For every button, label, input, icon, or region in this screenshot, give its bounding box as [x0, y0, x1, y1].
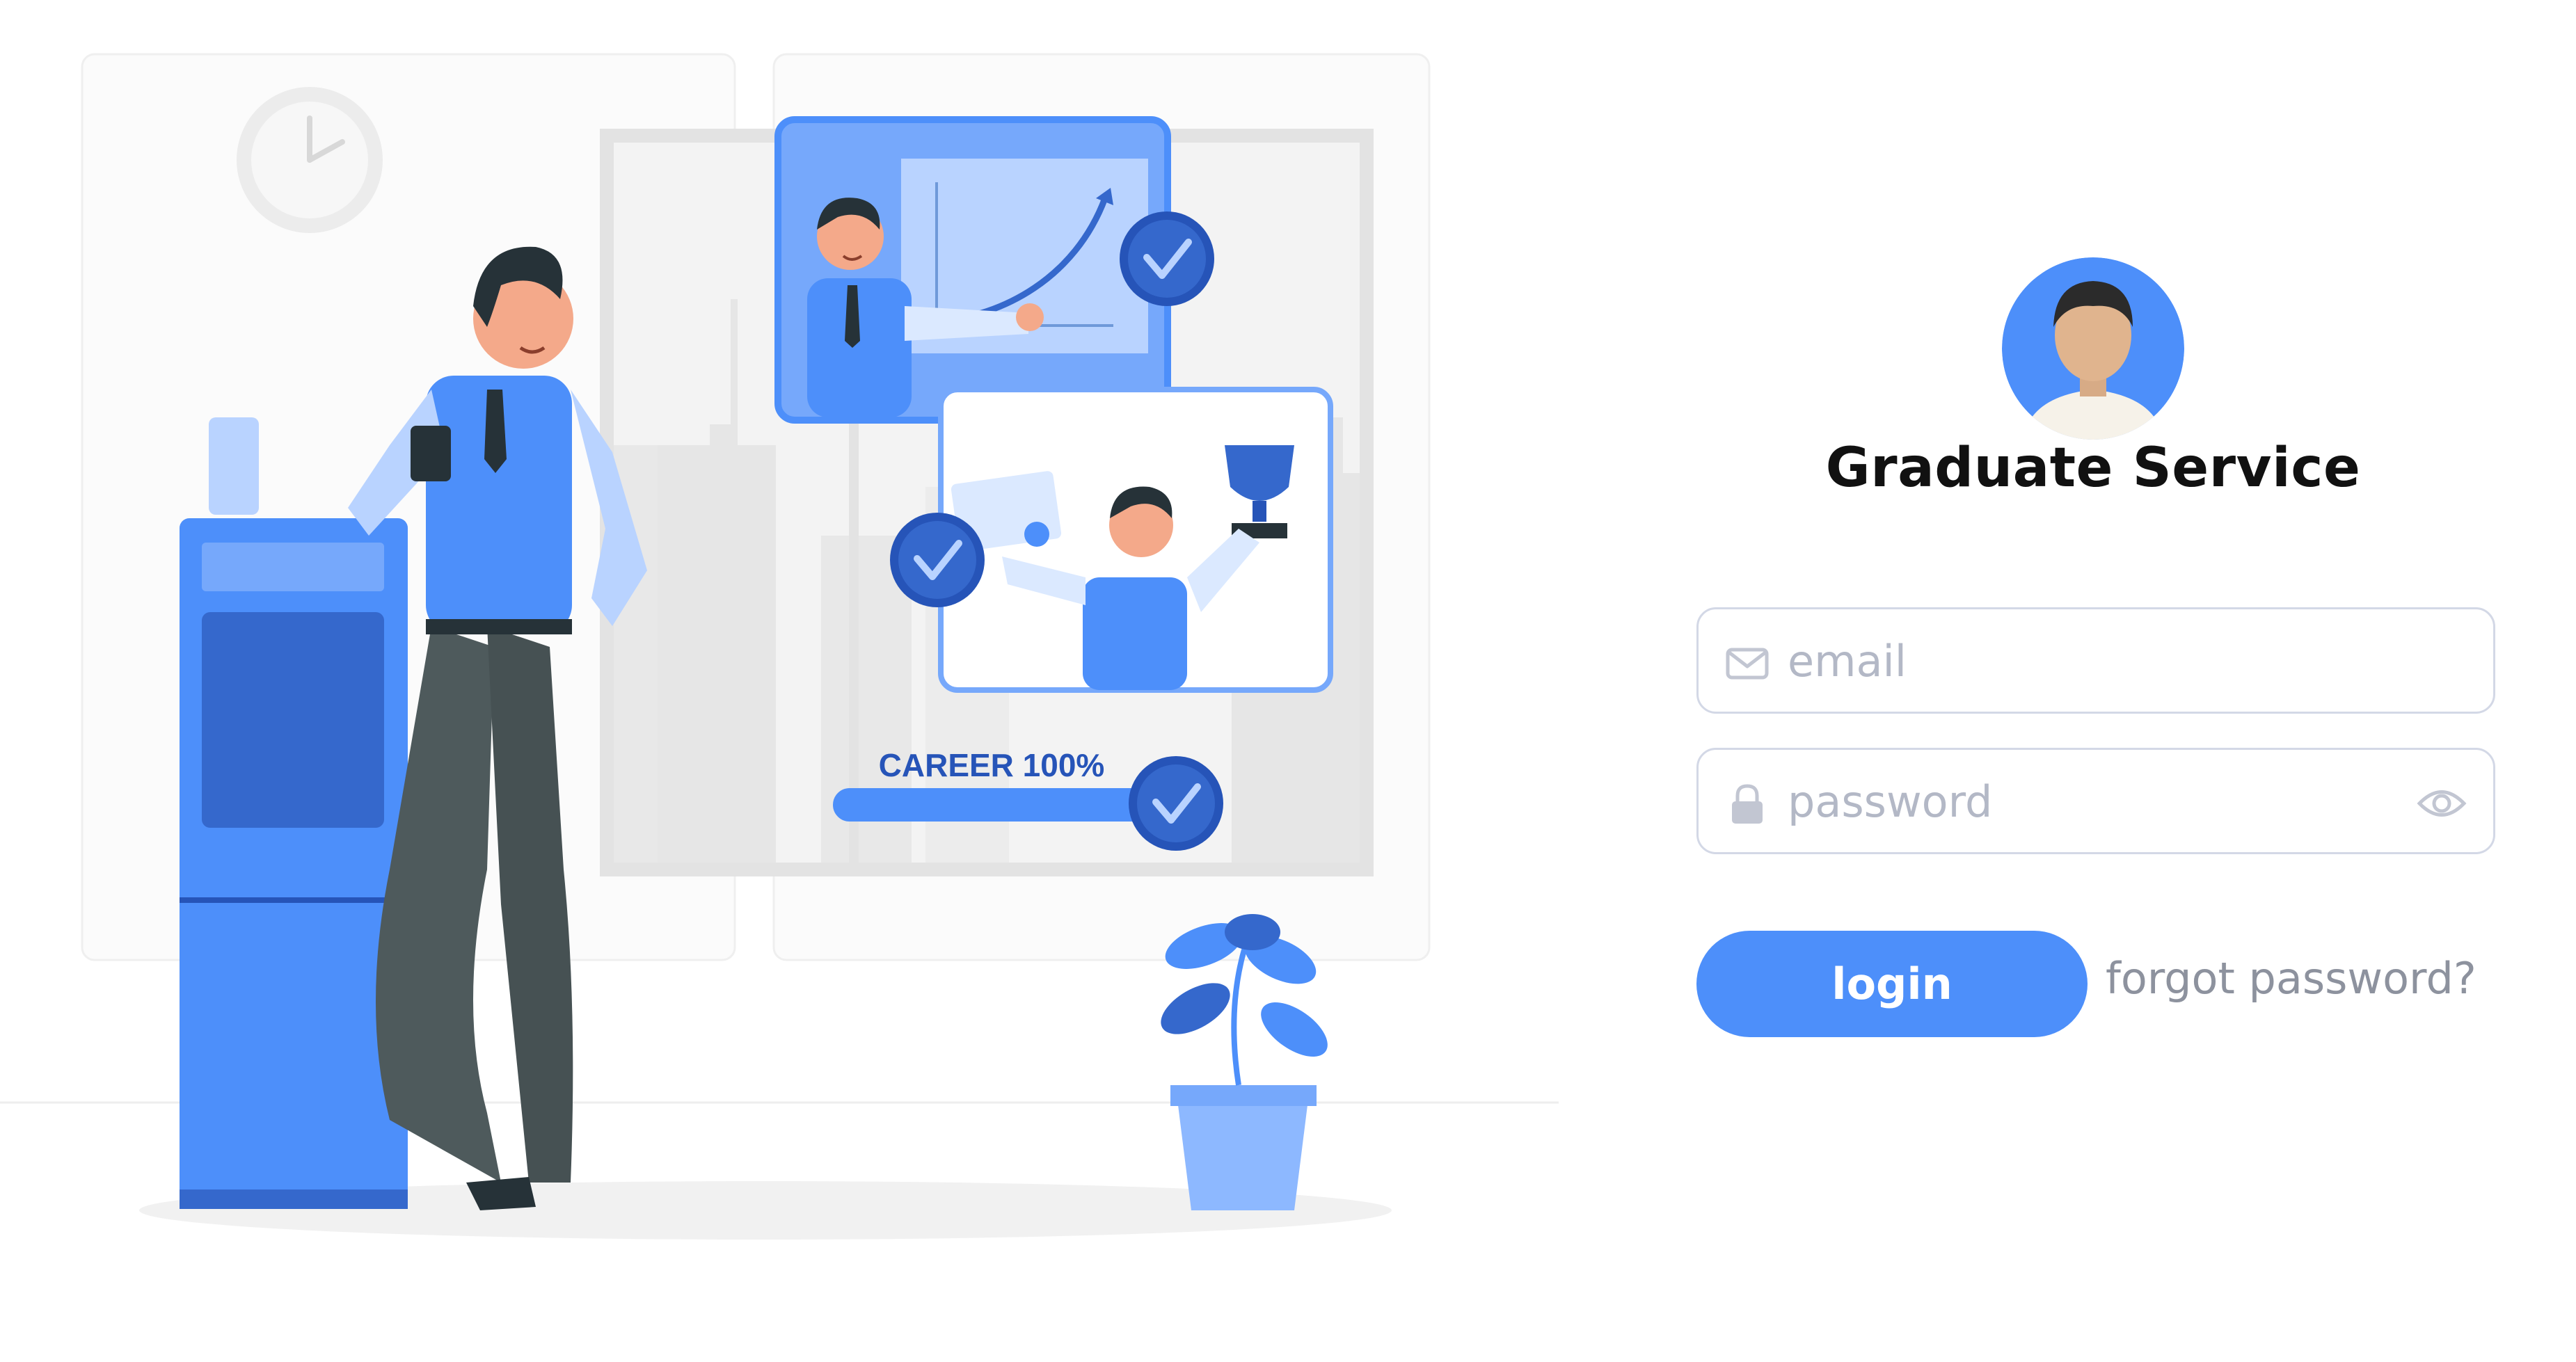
- presentation-card: [774, 116, 1171, 424]
- envelope-icon: [1726, 648, 1769, 680]
- app-title: Graduate Service: [1825, 437, 2361, 499]
- password-input[interactable]: [1786, 750, 2360, 854]
- achievement-card: [938, 387, 1333, 693]
- check-badge-icon: [890, 513, 985, 607]
- potted-plant: [1161, 914, 1328, 1210]
- email-field-container: [1696, 607, 2495, 714]
- user-avatar-icon: [2002, 257, 2184, 440]
- career-progress-label: CAREER 100%: [879, 747, 1105, 783]
- water-cooler: [180, 417, 408, 1209]
- password-field-container: [1696, 748, 2495, 854]
- check-badge-icon: [1120, 211, 1214, 306]
- clock-icon: [237, 87, 383, 233]
- login-button[interactable]: login: [1696, 931, 2088, 1037]
- eye-icon[interactable]: [2417, 780, 2467, 826]
- login-panel: Graduate Service login forgot password?: [1670, 0, 2576, 1359]
- lock-icon: [1732, 784, 1763, 824]
- forgot-password-link[interactable]: forgot password?: [2106, 953, 2476, 1004]
- career-illustration: CAREER 100%: [0, 53, 1559, 1240]
- hero-illustration: CAREER 100%: [0, 0, 1566, 1359]
- check-badge-icon: [1129, 756, 1223, 851]
- email-input[interactable]: [1786, 609, 2360, 713]
